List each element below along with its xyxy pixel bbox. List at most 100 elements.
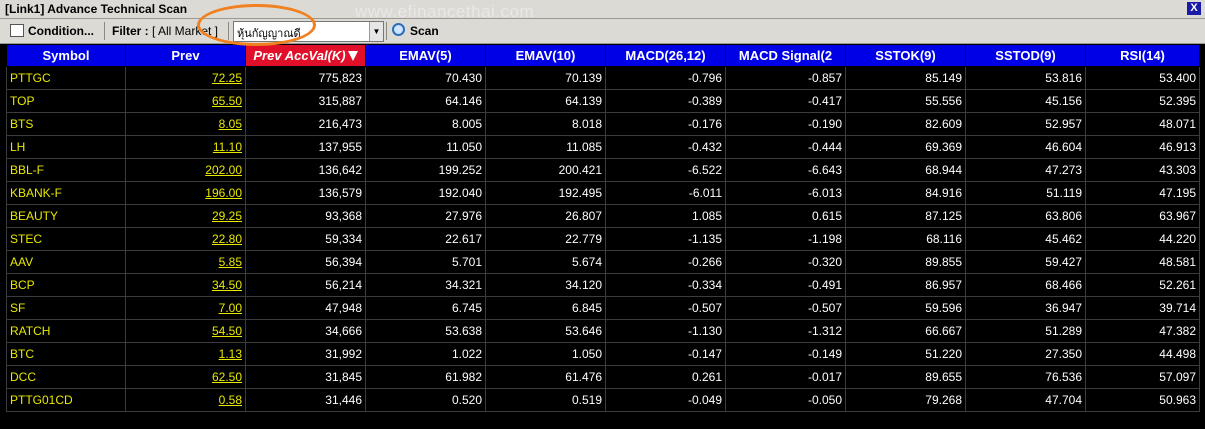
column-header-symbol[interactable]: Symbol — [6, 44, 126, 67]
cell-emav5: 6.745 — [365, 296, 486, 320]
cell-emav10: 34.120 — [485, 273, 606, 297]
table-row[interactable]: TOP 65.50 315,887 64.146 64.139 -0.389 -0.417 5… — [6, 89, 1200, 113]
scan-button[interactable]: Scan — [392, 19, 439, 43]
cell-emav5: 1.022 — [365, 342, 486, 366]
cell-rsi: 63.967 — [1085, 204, 1200, 228]
cell-prev[interactable]: 65.50 — [125, 89, 246, 113]
cell-symbol[interactable]: TOP — [6, 89, 126, 113]
cell-sstod: 52.957 — [965, 112, 1086, 136]
cell-prev[interactable]: 72.25 — [125, 66, 246, 90]
cell-emav5: 11.050 — [365, 135, 486, 159]
cell-sstod: 27.350 — [965, 342, 1086, 366]
cell-emav5: 53.638 — [365, 319, 486, 343]
cell-prev-accval: 47,948 — [245, 296, 366, 320]
cell-sstok: 55.556 — [845, 89, 966, 113]
cell-prev[interactable]: 202.00 — [125, 158, 246, 182]
cell-macd: -0.049 — [605, 388, 726, 412]
toolbar-divider — [386, 22, 387, 40]
cell-sstod: 51.289 — [965, 319, 1086, 343]
cell-symbol[interactable]: KBANK-F — [6, 181, 126, 205]
cell-prev[interactable]: 22.80 — [125, 227, 246, 251]
cell-prev[interactable]: 29.25 — [125, 204, 246, 228]
close-button[interactable]: X — [1187, 2, 1201, 15]
cell-symbol[interactable]: BBL-F — [6, 158, 126, 182]
stock-group-select-value: หุ้นกัญญาณดี — [237, 28, 301, 40]
table-row[interactable]: BCP 34.50 56,214 34.321 34.120 -0.334 -0.491 86… — [6, 273, 1200, 297]
cell-sstok: 59.596 — [845, 296, 966, 320]
cell-symbol[interactable]: LH — [6, 135, 126, 159]
cell-sstok: 68.116 — [845, 227, 966, 251]
cell-symbol[interactable]: BCP — [6, 273, 126, 297]
cell-symbol[interactable]: BTC — [6, 342, 126, 366]
cell-prev[interactable]: 11.10 — [125, 135, 246, 159]
column-header-sstok[interactable]: SSTOK(9) — [845, 44, 966, 67]
table-row[interactable]: RATCH 54.50 34,666 53.638 53.646 -1.130 -1.312… — [6, 319, 1200, 343]
column-header-sstod[interactable]: SSTOD(9) — [965, 44, 1086, 67]
cell-symbol[interactable]: DCC — [6, 365, 126, 389]
cell-sstok: 66.667 — [845, 319, 966, 343]
cell-emav10: 11.085 — [485, 135, 606, 159]
filter-value[interactable]: [ All Market ] — [152, 19, 218, 43]
cell-symbol[interactable]: BTS — [6, 112, 126, 136]
cell-sstod: 63.806 — [965, 204, 1086, 228]
cell-symbol[interactable]: BEAUTY — [6, 204, 126, 228]
cell-symbol[interactable]: PTTG01CD — [6, 388, 126, 412]
cell-rsi: 43.303 — [1085, 158, 1200, 182]
table-row[interactable]: BEAUTY 29.25 93,368 27.976 26.807 1.085 0.615 8… — [6, 204, 1200, 228]
cell-emav5: 61.982 — [365, 365, 486, 389]
stock-group-select[interactable]: หุ้นกัญญาณดี ▼ — [233, 21, 384, 42]
cell-prev[interactable]: 1.13 — [125, 342, 246, 366]
cell-prev[interactable]: 7.00 — [125, 296, 246, 320]
cell-macd-signal: -1.312 — [725, 319, 846, 343]
column-header-macd-signal[interactable]: MACD Signal(2 — [725, 44, 846, 67]
cell-symbol[interactable]: RATCH — [6, 319, 126, 343]
cell-rsi: 39.714 — [1085, 296, 1200, 320]
cell-prev[interactable]: 34.50 — [125, 273, 246, 297]
scan-label: Scan — [410, 24, 439, 38]
table-row[interactable]: BTC 1.13 31,992 1.022 1.050 -0.147 -0.149 51.22… — [6, 342, 1200, 366]
magnifier-icon — [392, 23, 405, 36]
cell-symbol[interactable]: STEC — [6, 227, 126, 251]
toolbar-divider — [104, 22, 105, 40]
cell-prev[interactable]: 62.50 — [125, 365, 246, 389]
column-header-emav5[interactable]: EMAV(5) — [365, 44, 486, 67]
cell-prev-accval: 31,992 — [245, 342, 366, 366]
cell-emav10: 6.845 — [485, 296, 606, 320]
table-row[interactable]: BTS 8.05 216,473 8.005 8.018 -0.176 -0.190 82.6… — [6, 112, 1200, 136]
cell-prev[interactable]: 5.85 — [125, 250, 246, 274]
column-header-label: EMAV(5) — [399, 48, 452, 63]
cell-sstod: 45.156 — [965, 89, 1086, 113]
table-row[interactable]: PTTG01CD 0.58 31,446 0.520 0.519 -0.049 -0.050… — [6, 388, 1200, 412]
column-header-prev[interactable]: Prev — [125, 44, 246, 67]
cell-prev[interactable]: 54.50 — [125, 319, 246, 343]
cell-emav10: 1.050 — [485, 342, 606, 366]
cell-sstok: 82.609 — [845, 112, 966, 136]
title-bar[interactable]: [Link1] Advance Technical Scan www.efina… — [0, 0, 1205, 21]
cell-prev[interactable]: 8.05 — [125, 112, 246, 136]
cell-symbol[interactable]: AAV — [6, 250, 126, 274]
cell-emav10: 22.779 — [485, 227, 606, 251]
column-header-rsi[interactable]: RSI(14) — [1085, 44, 1200, 67]
table-row[interactable]: STEC 22.80 59,334 22.617 22.779 -1.135 -1.198 6… — [6, 227, 1200, 251]
column-header-macd[interactable]: MACD(26,12) — [605, 44, 726, 67]
cell-macd-signal: -0.190 — [725, 112, 846, 136]
table-row[interactable]: PTTGC 72.25 775,823 70.430 70.139 -0.796 -0.85… — [6, 66, 1200, 90]
cell-emav5: 0.520 — [365, 388, 486, 412]
condition-button[interactable]: Condition... — [10, 19, 94, 43]
table-row[interactable]: SF 7.00 47,948 6.745 6.845 -0.507 -0.507 59.596… — [6, 296, 1200, 320]
table-row[interactable]: BBL-F 202.00 136,642 199.252 200.421 -6.522 -6… — [6, 158, 1200, 182]
table-row[interactable]: KBANK-F 196.00 136,579 192.040 192.495 -6.011… — [6, 181, 1200, 205]
cell-emav5: 34.321 — [365, 273, 486, 297]
chevron-down-icon[interactable]: ▼ — [369, 22, 383, 41]
table-row[interactable]: AAV 5.85 56,394 5.701 5.674 -0.266 -0.320 89.85… — [6, 250, 1200, 274]
column-header-prev-accval[interactable]: Prev AccVal(K) — [245, 44, 366, 67]
table-row[interactable]: DCC 62.50 31,845 61.982 61.476 0.261 -0.017 89.… — [6, 365, 1200, 389]
cell-symbol[interactable]: PTTGC — [6, 66, 126, 90]
cell-symbol[interactable]: SF — [6, 296, 126, 320]
table-header-row: Symbol Prev Prev AccVal(K) EMAV(5) EMAV(10) M… — [6, 44, 1200, 67]
column-header-emav10[interactable]: EMAV(10) — [485, 44, 606, 67]
cell-sstok: 51.220 — [845, 342, 966, 366]
table-row[interactable]: LH 11.10 137,955 11.050 11.085 -0.432 -0.444 69… — [6, 135, 1200, 159]
cell-prev[interactable]: 0.58 — [125, 388, 246, 412]
cell-prev[interactable]: 196.00 — [125, 181, 246, 205]
